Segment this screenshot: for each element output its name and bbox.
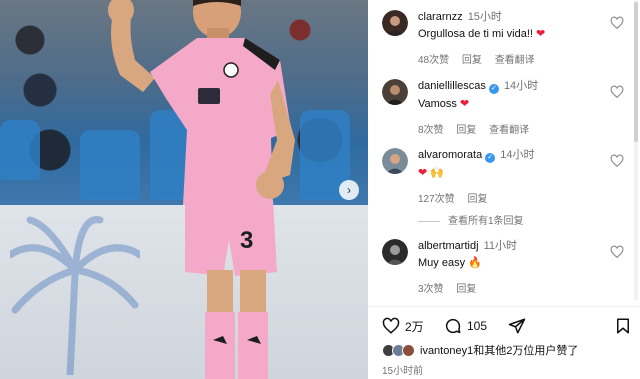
comment-text: Muy easy bbox=[418, 257, 466, 269]
stadium-seat bbox=[0, 120, 40, 180]
scrollbar-thumb[interactable] bbox=[634, 2, 638, 142]
comment-username[interactable]: clararnzz bbox=[418, 11, 463, 23]
comment-heart-icon[interactable] bbox=[610, 154, 624, 168]
comment-count: 105 bbox=[467, 319, 488, 333]
comment-button[interactable]: 105 bbox=[444, 316, 487, 336]
avatar[interactable] bbox=[382, 10, 408, 36]
view-replies-link[interactable]: 查看所有1条回复 bbox=[418, 212, 524, 227]
comment-heart-icon[interactable] bbox=[610, 85, 624, 99]
jersey-number: 3 bbox=[240, 227, 253, 254]
like-button[interactable]: 2万 bbox=[382, 316, 424, 336]
comment-username[interactable]: daniellillescas bbox=[418, 80, 486, 92]
comment-heart-icon[interactable] bbox=[610, 245, 624, 259]
comment-time: 11小时 bbox=[483, 240, 518, 252]
verified-badge-icon: ✓ bbox=[488, 84, 499, 94]
comment-text: Orgullosa de ti mi vida!! bbox=[418, 28, 533, 40]
avatar[interactable] bbox=[382, 79, 408, 105]
comment-time: 14小时 bbox=[500, 149, 535, 161]
comment-time: 15小时 bbox=[467, 11, 502, 23]
comment-like-count[interactable]: 3次赞 bbox=[418, 284, 444, 295]
avatar[interactable] bbox=[382, 239, 408, 265]
post-photo: 3 › bbox=[0, 0, 368, 379]
heart-emoji: ❤ bbox=[459, 98, 470, 110]
share-button[interactable] bbox=[508, 316, 526, 336]
post-action-bar: 2万 105 bbox=[382, 316, 632, 336]
comment-heart-icon[interactable] bbox=[610, 16, 624, 30]
fire-emoji: 🔥 bbox=[468, 257, 482, 269]
comment-text: Vamoss bbox=[418, 98, 457, 110]
verified-badge-icon: ✓ bbox=[485, 153, 496, 163]
reply-button[interactable]: 回复 bbox=[456, 125, 476, 136]
chevron-right-icon: › bbox=[347, 183, 351, 197]
post-timestamp: 15小时前 bbox=[382, 366, 424, 377]
heart-emoji: ❤ bbox=[536, 28, 546, 40]
comment-like-count[interactable]: 8次赞 bbox=[418, 125, 444, 136]
comment-like-count[interactable]: 48次赞 bbox=[418, 55, 449, 66]
comment-username[interactable]: albertmartidj bbox=[418, 240, 479, 252]
reply-button[interactable]: 回复 bbox=[456, 284, 476, 295]
carousel-next-button[interactable]: › bbox=[339, 180, 359, 200]
comment-time: 14小时 bbox=[503, 80, 539, 92]
avatar[interactable] bbox=[382, 148, 408, 174]
divider bbox=[368, 306, 640, 307]
likes-summary-text: ivantoney1和其他2万位用户赞了 bbox=[420, 345, 579, 357]
player-figure: 3 bbox=[108, 0, 295, 379]
heart-icon bbox=[382, 317, 400, 334]
comment-username[interactable]: alvaromorata bbox=[418, 149, 482, 161]
liker-avatar bbox=[402, 343, 415, 357]
comment-icon bbox=[445, 318, 461, 334]
bookmark-icon bbox=[617, 318, 629, 334]
comments-list[interactable]: clararnzz 15小时 Orgullosa de ti mi vida!!… bbox=[368, 0, 640, 304]
reply-button[interactable]: 回复 bbox=[462, 55, 482, 66]
send-icon bbox=[508, 318, 526, 334]
comment-like-count[interactable]: 127次赞 bbox=[418, 194, 455, 205]
like-count: 2万 bbox=[405, 319, 424, 334]
heart-emoji: ❤ 🙌 bbox=[418, 167, 444, 179]
likes-summary[interactable]: ivantoney1和其他2万位用户赞了 bbox=[382, 342, 578, 358]
save-button[interactable] bbox=[614, 316, 632, 336]
translate-link[interactable]: 查看翻译 bbox=[489, 125, 529, 136]
translate-link[interactable]: 查看翻译 bbox=[495, 55, 535, 66]
comments-scrollbar[interactable] bbox=[634, 0, 638, 300]
reply-button[interactable]: 回复 bbox=[467, 194, 487, 205]
comments-panel: clararnzz 15小时 Orgullosa de ti mi vida!!… bbox=[368, 0, 640, 379]
